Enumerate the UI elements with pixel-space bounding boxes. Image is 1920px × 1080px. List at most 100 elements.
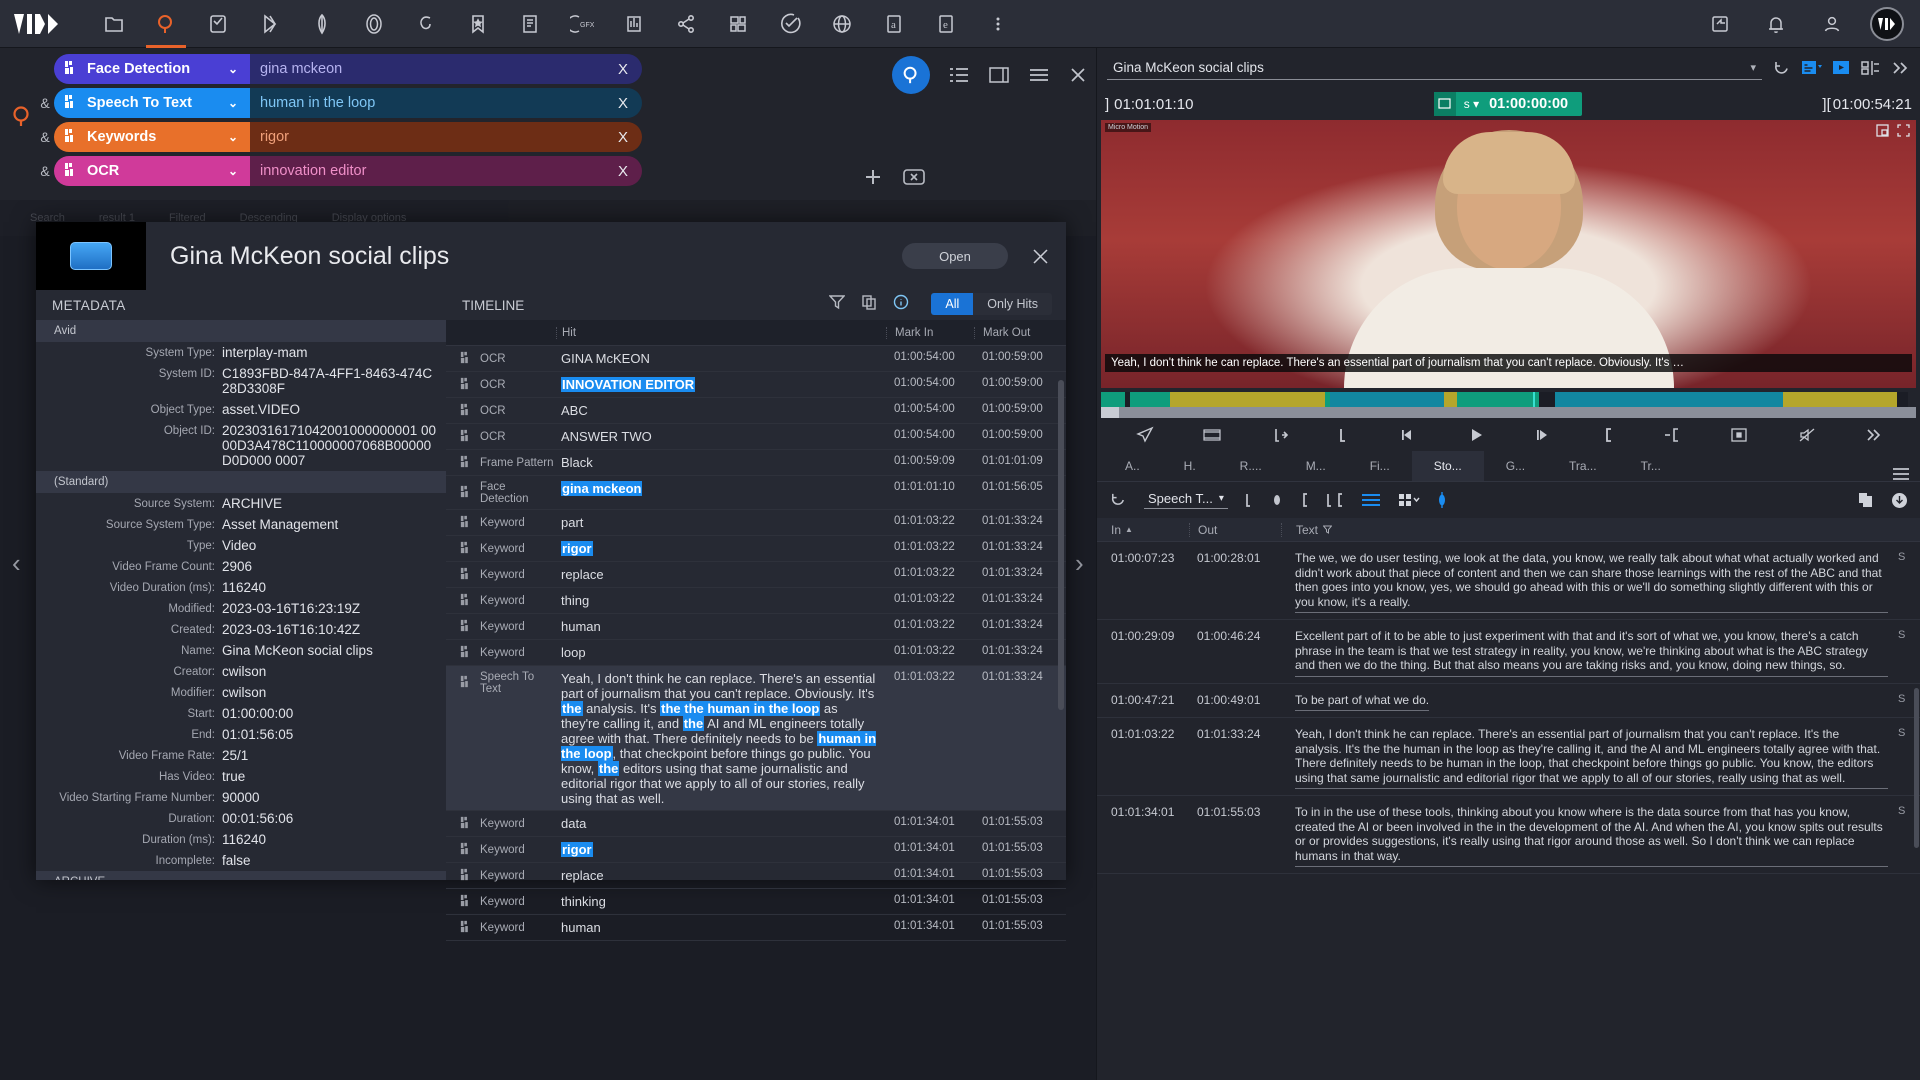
scrubber-knob[interactable] <box>1101 407 1119 418</box>
table-row[interactable]: Keyword part 01:01:03:22 01:01:33:24 <box>446 510 1066 536</box>
video-thumbnail[interactable] <box>36 222 146 290</box>
feather-icon[interactable] <box>296 0 348 48</box>
run-search-icon[interactable] <box>892 56 930 94</box>
send-to-icon[interactable] <box>1694 0 1746 48</box>
tab-sto[interactable]: Sto... <box>1411 451 1484 481</box>
info-icon[interactable] <box>893 294 909 315</box>
mark-out-icon[interactable] <box>1338 427 1350 443</box>
table-row[interactable]: Keyword loop 01:01:03:22 01:01:33:24 <box>446 640 1066 666</box>
column-header-hit[interactable]: Hit <box>556 326 886 339</box>
column-header-text[interactable]: Text <box>1281 522 1898 537</box>
prev-asset-arrow[interactable]: ‹ <box>12 548 21 579</box>
criterion-field-select[interactable]: Keywords ⌄ <box>54 122 250 152</box>
tab-tra[interactable]: Tra... <box>1547 451 1619 481</box>
table-row[interactable]: OCR GINA McKEON 01:00:54:00 01:00:59:00 <box>446 346 1066 372</box>
copy-icon[interactable] <box>1858 492 1874 508</box>
close-icon[interactable] <box>1020 248 1060 265</box>
expand-icon[interactable] <box>1890 59 1910 77</box>
table-row[interactable]: Keyword replace 01:01:34:01 01:01:55:03 <box>446 863 1066 889</box>
hamburger-icon[interactable] <box>1892 467 1920 481</box>
track-select[interactable]: Speech T... ▾ <box>1144 491 1228 509</box>
letter-a-icon[interactable]: a <box>868 0 920 48</box>
current-timecode-display[interactable]: s ▾ 01:00:00:00 <box>1433 92 1583 116</box>
column-header-markout[interactable]: Mark Out <box>974 326 1066 339</box>
transcript-text[interactable]: Yeah, I don't think he can replace. Ther… <box>1281 727 1898 789</box>
clear-criterion-icon[interactable]: X <box>618 95 628 112</box>
list-view-icon[interactable] <box>948 66 970 84</box>
clip-timeline-strip[interactable] <box>1101 392 1916 418</box>
metadata-panel-icon[interactable] <box>1801 59 1822 77</box>
copy-icon[interactable] <box>861 294 877 315</box>
criterion-field-select[interactable]: Speech To Text ⌄ <box>54 88 250 118</box>
edit-list-icon[interactable] <box>192 0 244 48</box>
table-row[interactable]: Speech To Text Yeah, I don't think he can… <box>446 666 1066 811</box>
mark-out-timecode[interactable]: 01:00:54:21 <box>1833 96 1912 113</box>
panel-view-icon[interactable] <box>988 66 1010 84</box>
criterion-value-input[interactable]: gina mckeon X <box>250 54 642 84</box>
goto-in-icon[interactable] <box>1663 427 1681 443</box>
timecode-mode[interactable]: s ▾ <box>1456 97 1489 111</box>
open-button[interactable]: Open <box>902 243 1008 269</box>
table-row[interactable]: Keyword rigor 01:01:34:01 01:01:55:03 <box>446 837 1066 863</box>
column-header-out[interactable]: Out <box>1189 522 1281 537</box>
script-icon[interactable] <box>504 0 556 48</box>
more-transport-icon[interactable] <box>1865 427 1881 443</box>
chart-icon[interactable] <box>608 0 660 48</box>
tab-r[interactable]: R.... <box>1218 451 1284 481</box>
clear-criterion-icon[interactable]: X <box>618 163 628 180</box>
table-row[interactable]: Keyword replace 01:01:03:22 01:01:33:24 <box>446 562 1066 588</box>
avid-avatar-icon[interactable] <box>1870 6 1904 41</box>
notification-bell-icon[interactable] <box>1750 0 1802 48</box>
check-icon[interactable] <box>764 0 816 48</box>
picture-in-picture-icon[interactable] <box>1876 124 1889 142</box>
letter-e-icon[interactable]: e <box>920 0 972 48</box>
download-icon[interactable] <box>1891 492 1908 509</box>
mark-in-timecode[interactable]: 01:01:01:10 <box>1114 96 1193 113</box>
table-row[interactable]: OCR ANSWER TWO 01:00:54:00 01:00:59:00 <box>446 424 1066 450</box>
clear-criterion-icon[interactable]: X <box>618 129 628 146</box>
table-row[interactable]: Face Detection gina mckeon 01:01:01:10 01:0… <box>446 476 1066 510</box>
transcript-row[interactable]: 01:01:03:22 01:01:33:24 Yeah, I don't thin… <box>1097 718 1920 796</box>
locator-icon[interactable] <box>1272 492 1282 508</box>
mark-in-goto-icon[interactable] <box>1271 427 1289 443</box>
clear-criterion-icon[interactable]: X <box>618 61 628 78</box>
mark-range-icon[interactable] <box>1326 492 1344 508</box>
transcript-row[interactable]: 01:01:34:01 01:01:55:03 To in in the use o… <box>1097 796 1920 874</box>
step-back-icon[interactable] <box>1399 427 1417 443</box>
filter-only-hits-button[interactable]: Only Hits <box>973 293 1052 315</box>
swirl-icon[interactable] <box>400 0 452 48</box>
close-icon[interactable] <box>1068 66 1088 84</box>
step-forward-icon[interactable] <box>1534 427 1552 443</box>
tab-m[interactable]: M... <box>1284 451 1348 481</box>
column-header-in[interactable]: In ▲ <box>1097 523 1189 537</box>
folder-icon[interactable] <box>88 0 140 48</box>
menu-icon[interactable] <box>1028 66 1050 84</box>
clear-all-criteria-icon[interactable] <box>902 167 926 192</box>
split-panel-icon[interactable] <box>1861 59 1880 77</box>
list-layout-icon[interactable] <box>1361 492 1381 508</box>
tab-tr[interactable]: Tr... <box>1619 451 1683 481</box>
layout-icon[interactable] <box>712 0 764 48</box>
mark-out-icon[interactable] <box>1245 492 1255 508</box>
criterion-value-input[interactable]: human in the loop X <box>250 88 642 118</box>
locator-blue-icon[interactable] <box>1437 491 1447 509</box>
share-icon[interactable] <box>660 0 712 48</box>
video-preview[interactable]: Micro Motion Yeah, I don't think he can … <box>1101 120 1916 388</box>
criterion-value-input[interactable]: innovation editor X <box>250 156 642 186</box>
more-vertical-icon[interactable] <box>972 0 1024 48</box>
send-icon[interactable] <box>1135 426 1154 444</box>
table-row[interactable]: OCR INNOVATION EDITOR 01:00:54:00 01:00:59:… <box>446 372 1066 398</box>
table-row[interactable]: Keyword thing 01:01:03:22 01:01:33:24 <box>446 588 1066 614</box>
filter-all-button[interactable]: All <box>931 293 974 315</box>
transcript-row[interactable]: 01:00:29:09 01:00:46:24 Excellent part of … <box>1097 620 1920 684</box>
clip-select[interactable]: Gina McKeon social clips ▾ <box>1107 56 1762 80</box>
circles-icon[interactable] <box>348 0 400 48</box>
add-locator-icon[interactable] <box>1730 427 1748 443</box>
criterion-field-select[interactable]: Face Detection ⌄ <box>54 54 250 84</box>
search-icon[interactable] <box>140 0 192 48</box>
table-row[interactable]: Keyword data 01:01:34:01 01:01:55:03 <box>446 811 1066 837</box>
filter-icon[interactable] <box>828 294 846 315</box>
table-row[interactable]: Frame Pattern Black 01:00:59:09 01:01:01:09 <box>446 450 1066 476</box>
transcript-row[interactable]: 01:00:47:21 01:00:49:01 To be part of what… <box>1097 684 1920 718</box>
table-row[interactable]: Keyword human 01:01:34:01 01:01:55:03 <box>446 915 1066 941</box>
